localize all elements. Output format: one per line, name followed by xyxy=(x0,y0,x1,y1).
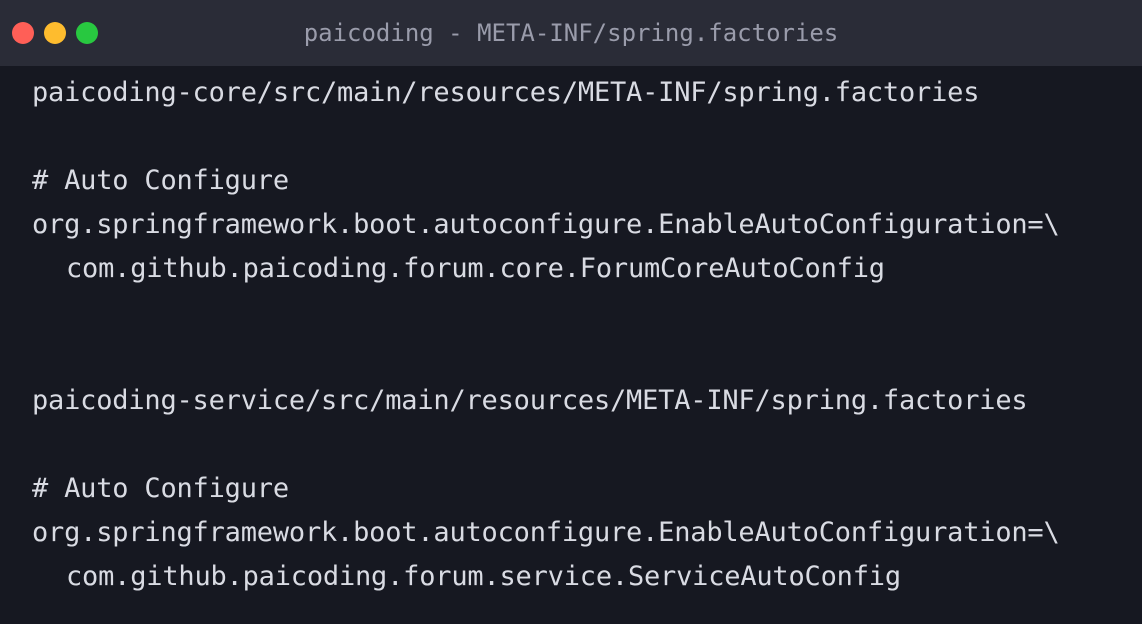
code-window: paicoding - META-INF/spring.factories pa… xyxy=(0,0,1142,624)
comment-line: # Auto Configure xyxy=(32,165,289,196)
file-path-line: paicoding-service/src/main/resources/MET… xyxy=(32,385,1028,416)
config-value-line: com.github.paicoding.forum.service.Servi… xyxy=(66,561,901,592)
config-value-line: com.github.paicoding.forum.core.ForumCor… xyxy=(66,253,885,284)
comment-line: # Auto Configure xyxy=(32,473,289,504)
code-editor[interactable]: paicoding-core/src/main/resources/META-I… xyxy=(0,66,1142,624)
window-title: paicoding - META-INF/spring.factories xyxy=(303,19,839,47)
window-titlebar[interactable]: paicoding - META-INF/spring.factories xyxy=(0,0,1142,66)
file-path-line: paicoding-core/src/main/resources/META-I… xyxy=(32,77,980,108)
config-key-line: org.springframework.boot.autoconfigure.E… xyxy=(32,517,1060,548)
config-key-line: org.springframework.boot.autoconfigure.E… xyxy=(32,209,1060,240)
